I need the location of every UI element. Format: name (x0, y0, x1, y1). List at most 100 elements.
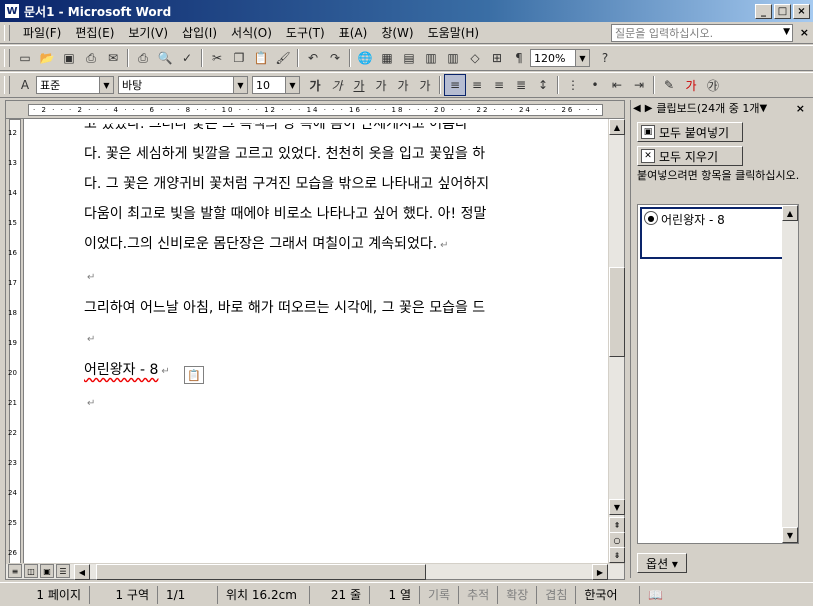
vertical-scrollbar[interactable]: ▲ ▼ ⇞ ○ ⇟ (608, 119, 625, 563)
chevron-down-icon[interactable]: ▼ (783, 27, 790, 37)
next-page-button[interactable]: ⇟ (609, 547, 625, 563)
status-ext[interactable]: 확장 (498, 585, 538, 604)
browse-object-button[interactable]: ○ (609, 532, 625, 548)
text-line[interactable]: 고 있었다. 그러나 꽃은 그 녹색의 방 속에 몸이 단세게시고 어름다 (84, 123, 606, 139)
spelling-icon[interactable]: ✓ (176, 47, 198, 69)
scroll-right-button[interactable]: ▶ (592, 564, 608, 580)
status-rec[interactable]: 기록 (420, 585, 460, 604)
word-app-icon[interactable]: W (4, 3, 20, 19)
zoom-select[interactable]: 120% ▼ (530, 49, 590, 67)
status-section[interactable]: 1 구역 (90, 585, 158, 604)
scroll-down-button[interactable]: ▼ (609, 499, 625, 515)
menu-help[interactable]: 도움말(H) (421, 24, 487, 41)
status-line[interactable]: 21 줄 (310, 585, 370, 604)
decrease-indent-icon[interactable]: ⇤ (606, 74, 628, 96)
toolbar-grip[interactable] (4, 49, 10, 67)
menu-edit[interactable]: 편집(E) (68, 24, 121, 41)
empty-paragraph[interactable]: ↵ (84, 323, 606, 355)
menu-grip[interactable] (4, 24, 10, 41)
save-icon[interactable]: ▣ (58, 47, 80, 69)
paste-all-button[interactable]: ▣ 모두 붙여넣기 (637, 122, 743, 142)
highlight-icon[interactable]: ✎ (658, 74, 680, 96)
close-icon[interactable]: × (796, 102, 805, 115)
chevron-down-icon[interactable]: ▼ (575, 50, 589, 66)
text-line[interactable]: 어린왕자 - 8 ↵ (84, 355, 606, 387)
text-line[interactable]: 이었다.그의 신비로운 몸단장은 그래서 며칠이고 계속되었다. ↵ (84, 229, 606, 261)
scroll-up-button[interactable]: ▲ (782, 205, 798, 221)
align-justify-icon[interactable]: ≡ (444, 74, 466, 96)
status-language[interactable]: 한국어 (576, 585, 641, 604)
forward-arrow-icon[interactable]: ▶ (645, 103, 653, 114)
italic-icon[interactable]: 가 (326, 74, 348, 96)
status-ovr[interactable]: 겹침 (537, 585, 577, 604)
distributed-icon[interactable]: ≣ (510, 74, 532, 96)
undo-icon[interactable]: ↶ (302, 47, 324, 69)
char-shading-icon[interactable]: 가 (392, 74, 414, 96)
font-color-icon[interactable]: 가 (680, 74, 702, 96)
maximize-button[interactable]: □ (774, 3, 791, 19)
options-button[interactable]: 옵션 ▾ (637, 553, 687, 573)
drawing-icon[interactable]: ◇ (464, 47, 486, 69)
ask-question-input[interactable]: 질문을 입력하십시오. ▼ (611, 24, 793, 42)
show-hide-icon[interactable]: ¶ (508, 47, 530, 69)
vertical-ruler[interactable]: 12 13 14 15 16 17 18 19 20 21 22 23 24 2… (6, 119, 24, 569)
toolbar-grip[interactable] (4, 76, 10, 94)
insert-table-icon[interactable]: ▤ (398, 47, 420, 69)
underline-icon[interactable]: 가 (348, 74, 370, 96)
horizontal-scrollbar[interactable]: ≡ ◫ ▣ ☰ ◀ ▶ (6, 563, 624, 580)
menu-file[interactable]: 파일(F) (16, 24, 68, 41)
paste-icon[interactable]: 📋 (250, 47, 272, 69)
status-position[interactable]: 위치 16.2cm (218, 585, 310, 604)
scroll-thumb[interactable] (609, 267, 625, 357)
numbering-icon[interactable]: ⋮ (562, 74, 584, 96)
outline-view-icon[interactable]: ☰ (56, 564, 70, 578)
clipboard-scrollbar[interactable]: ▲ ▼ (782, 205, 798, 543)
menu-insert[interactable]: 삽입(I) (175, 24, 224, 41)
print-view-icon[interactable]: ▣ (40, 564, 54, 578)
text-line[interactable]: 다. 꽃은 세심하게 빛깔을 고르고 있었다. 천천히 옷을 입고 꽃잎을 하 (84, 139, 606, 169)
status-trk[interactable]: 추적 (459, 585, 499, 604)
spelling-status-icon[interactable]: 📖 (640, 586, 671, 604)
document-map-icon[interactable]: ⊞ (486, 47, 508, 69)
char-border-icon[interactable]: 가 (370, 74, 392, 96)
empty-paragraph[interactable]: ↵ (84, 261, 606, 293)
line-spacing-icon[interactable]: ↕ (532, 74, 554, 96)
status-pages[interactable]: 1/1 (158, 585, 218, 604)
menu-tools[interactable]: 도구(T) (279, 24, 332, 41)
tables-borders-icon[interactable]: ▦ (376, 47, 398, 69)
new-document-icon[interactable]: ▭ (14, 47, 36, 69)
chevron-down-icon[interactable]: ▼ (99, 77, 113, 93)
open-folder-icon[interactable]: 📂 (36, 47, 58, 69)
chevron-down-icon[interactable]: ▼ (233, 77, 247, 93)
copy-icon[interactable]: ❐ (228, 47, 250, 69)
help-icon[interactable]: ? (594, 47, 616, 69)
enclosed-char-icon[interactable]: ㉮ (702, 74, 724, 96)
permission-icon[interactable]: ⎙ (80, 47, 102, 69)
empty-paragraph[interactable]: ↵ (84, 387, 606, 419)
scroll-thumb[interactable] (96, 564, 426, 580)
normal-view-icon[interactable]: ≡ (8, 564, 22, 578)
columns-icon[interactable]: ▥ (442, 47, 464, 69)
previous-page-button[interactable]: ⇞ (609, 517, 625, 533)
font-size-select[interactable]: 10 ▼ (252, 76, 300, 94)
hyperlink-icon[interactable]: 🌐 (354, 47, 376, 69)
chevron-down-icon[interactable]: ▼ (285, 77, 299, 93)
paste-options-icon[interactable]: 📋 (184, 366, 204, 384)
align-right-icon[interactable]: ≡ (488, 74, 510, 96)
text-line[interactable]: 다. 그 꽃은 개양귀비 꽃처럼 구겨진 모습을 밖으로 나타내고 싶어하지 (84, 169, 606, 199)
phonetic-guide-icon[interactable]: 가 (414, 74, 436, 96)
text-line[interactable]: 그리하여 어느날 아침, 바로 해가 떠오르는 시각에, 그 꽃은 모습을 드 (84, 293, 606, 323)
menu-view[interactable]: 보기(V) (121, 24, 175, 41)
text-line[interactable]: 다움이 최고로 빛을 발할 때에야 비로소 나타나고 싶어 했다. 아! 정말 (84, 199, 606, 229)
increase-indent-icon[interactable]: ⇥ (628, 74, 650, 96)
bullets-icon[interactable]: • (584, 74, 606, 96)
web-view-icon[interactable]: ◫ (24, 564, 38, 578)
redo-icon[interactable]: ↷ (324, 47, 346, 69)
font-select[interactable]: 바탕 ▼ (118, 76, 248, 94)
close-button[interactable]: × (793, 3, 810, 19)
document-body[interactable]: 고 있었다. 그러나 꽃은 그 녹색의 방 속에 몸이 단세게시고 어름다 다.… (84, 123, 606, 553)
menu-window[interactable]: 창(W) (374, 24, 420, 41)
print-preview-icon[interactable]: 🔍 (154, 47, 176, 69)
email-icon[interactable]: ✉ (102, 47, 124, 69)
insert-excel-icon[interactable]: ▥ (420, 47, 442, 69)
